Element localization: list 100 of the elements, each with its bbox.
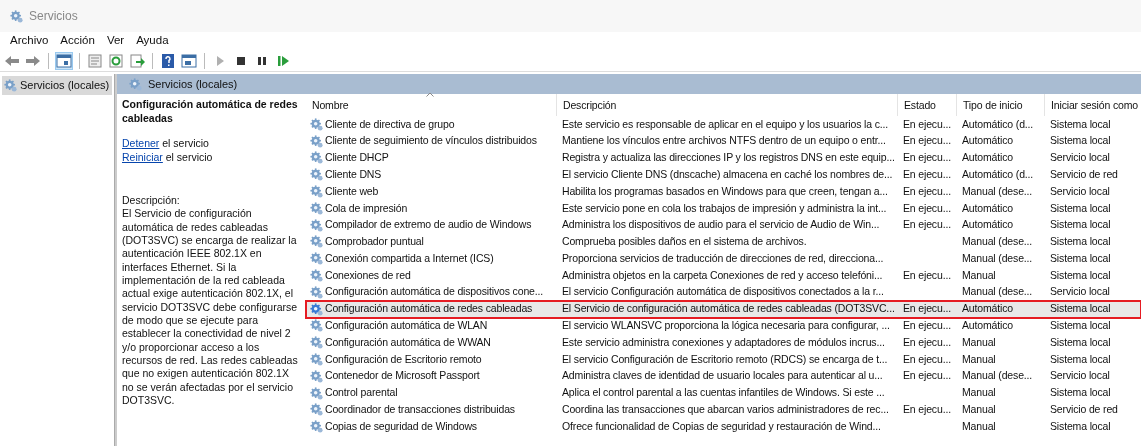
table-cell: Manual (962, 419, 996, 432)
column-header[interactable]: Nombre (306, 94, 556, 116)
service-row[interactable]: Cliente web Habilita los programas basados en Windows para que creen, tengan a... En ejecu... Manual (dese... Servicio local (306, 183, 1141, 200)
gear-icon (310, 269, 323, 283)
service-row[interactable]: Copias de seguridad de Windows Ofrece funcionalidad de Copias de seguridad y restauración de Wind... Manual Sistema local (306, 418, 1141, 436)
gear-icon (310, 218, 323, 232)
export-button[interactable] (129, 52, 145, 69)
service-row[interactable]: Comprobador puntual Comprueba posibles daños en el sistema de archivos. Manual (dese... Sistema local (306, 233, 1141, 251)
table-cell: En ejecu... (903, 134, 951, 147)
table-cell: Sistema local (1050, 419, 1111, 432)
table-cell: Servicio de red (1050, 403, 1118, 416)
view-button[interactable] (181, 52, 197, 69)
service-name: Conexiones de red (325, 267, 411, 283)
gears-icon (4, 78, 17, 92)
table-cell: Manual (dese... (962, 251, 1033, 264)
table-cell: En ejecu... (903, 369, 951, 382)
panel-button[interactable] (56, 52, 72, 69)
menu-item[interactable]: Acción (54, 32, 101, 50)
help-icon (160, 52, 176, 69)
service-row[interactable]: Cola de impresión Este servicio pone en cola los trabajos de impresión y administra la int... En ejecu... Automático Sistema local (306, 200, 1141, 217)
table-cell: Servicio local (1050, 369, 1110, 382)
service-name: Coordinador de transacciones distribuidas (325, 402, 515, 418)
gear-icon (310, 168, 323, 182)
table-cell: Sistema local (1050, 218, 1111, 231)
column-header[interactable]: Estado (897, 94, 956, 116)
column-header[interactable]: Iniciar sesión como (1044, 94, 1140, 116)
service-name: Configuración automática de WLAN (325, 318, 488, 334)
tree-item[interactable]: Servicios (locales) (2, 76, 112, 95)
table-cell: Automático (962, 302, 1014, 315)
properties-icon (87, 52, 103, 69)
refresh-button[interactable] (108, 52, 124, 69)
table-cell: Este servicio pone en cola los trabajos de impresión y administra la int... (562, 201, 887, 214)
gear-icon (310, 151, 323, 165)
service-name: Cliente DHCP (325, 150, 389, 166)
view-icon (181, 52, 197, 69)
action-link[interactable]: Detener (122, 137, 160, 150)
table-cell: En ejecu... (903, 268, 951, 281)
table-cell: Sistema local (1050, 268, 1111, 281)
service-name: Copias de seguridad de Windows (325, 418, 477, 434)
service-row[interactable]: Cliente de seguimiento de vínculos distribuidos Mantiene los vínculos entre archivos NTFS dentro de un equipo o entr... En ejecu... Automático Sistema local (306, 132, 1141, 150)
gear-icon (310, 336, 323, 350)
help-button[interactable] (160, 52, 176, 69)
table-cell: En ejecu... (903, 167, 951, 180)
column-header[interactable]: Tipo de inicio (956, 94, 1044, 116)
service-row[interactable]: Cliente DNS El servicio Cliente DNS (dnscache) almacena en caché los nombres de... En ejecu... Automático (d... Servicio de red (306, 166, 1141, 184)
table-cell: Administra objetos en la carpeta Conexiones de red y acceso telefóni... (562, 268, 883, 281)
service-row[interactable]: Configuración automática de dispositivos cone... El servicio Configuración automática de dispositivos conectados a la r... Manual (dese... Servicio local (306, 283, 1141, 301)
table-cell: Habilita los programas basados en Windows para que creen, tengan a... (562, 184, 888, 197)
table-cell: Sistema local (1050, 235, 1111, 248)
export-icon (129, 52, 145, 69)
table-cell: Sistema local (1050, 201, 1111, 214)
action-text: Detener el servicio (122, 137, 210, 151)
table-cell: En ejecu... (903, 201, 951, 214)
service-row[interactable]: Compilador de extremo de audio de Windows Administra los dispositivos de audio para el servicio de Audio de Win... En ejecu... Automático Sistema local (306, 216, 1141, 234)
description-text: El Servicio de configuración automática de redes cableadas (DOT3SVC) se encarga de realizar la autenticación IEEE 802.1X en interfaces Ethernet. Si la implementación de la red cableada actual exige autenticación 802.1X, el servicio DOT3SVC debe configurarse de modo que se ejecute para establecer la conectividad de nivel 2 y/o proporcionar acceso a los recursos de red. Las redes cableadas que no exigen autenticación 802.1X no se verán afectadas por el servicio DOT3SVC. (122, 207, 299, 408)
menu-item[interactable]: Ver (100, 32, 131, 50)
gear-icon (310, 420, 323, 434)
table-cell: Automático (962, 134, 1014, 147)
table-cell: Sistema local (1050, 251, 1111, 264)
panel-icon (56, 52, 72, 69)
table-cell: En ejecu... (903, 117, 951, 130)
service-row[interactable]: Configuración automática de WLAN El servicio WLANSVC proporciona la lógica necesaria para configurar, ... En ejecu... Automático Sistema local (306, 317, 1141, 335)
service-row[interactable]: Cliente DHCP Registra y actualiza las direcciones IP y los registros DNS en este equip... En ejecu... Automático Servicio local (306, 149, 1141, 167)
table-cell: Automático (d... (962, 167, 1034, 180)
gear-icon (310, 201, 323, 215)
service-name: Configuración automática de dispositivos cone... (325, 284, 544, 300)
service-name: Cliente de directiva de grupo (325, 116, 455, 132)
service-row[interactable]: Configuración automática de redes cableadas El Servicio de configuración automática de redes cableadas (DOT3SVC... En ejecu... Automático Sistema local (306, 300, 1141, 318)
table-cell: En ejecu... (903, 184, 951, 197)
menu-item[interactable]: Archivo (4, 32, 55, 50)
table-cell: Administra claves de identidad de usuario locales para autenticar al u... (562, 369, 883, 382)
service-row[interactable]: Conexión compartida a Internet (ICS) Proporciona servicios de traducción de direcciones de red, direcciona... Manual (dese... Sistema local (306, 250, 1141, 268)
service-name: Comprobador puntual (325, 234, 424, 250)
description-label: Descripción: (122, 193, 181, 208)
gear-icon (310, 285, 323, 299)
service-row[interactable]: Coordinador de transacciones distribuidas Coordina las transacciones que abarcan varios administradores de rec... En ejecu... Manual Servicio de red (306, 401, 1141, 419)
table-cell: En ejecu... (903, 352, 951, 365)
service-name: Configuración automática de redes cableadas (325, 301, 533, 317)
service-row[interactable]: Configuración de Escritorio remoto El servicio Configuración de Escritorio remoto (RDCS) se encarga de t... En ejecu... Manual Sistema local (306, 351, 1141, 368)
action-link[interactable]: Reiniciar (122, 150, 163, 163)
table-cell: El servicio Cliente DNS (dnscache) almacena en caché los nombres de... (562, 167, 893, 180)
service-row[interactable]: Control parental Aplica el control parental a las cuentas infantiles de Windows. Si este ... Manual Sistema local (306, 384, 1141, 402)
properties-button[interactable] (87, 52, 103, 69)
service-row[interactable]: Cliente de directiva de grupo Este servicio es responsable de aplicar en el equipo y los usuarios la c... En ejecu... Automático (d... Sistema local (306, 116, 1141, 133)
service-row[interactable]: Configuración automática de WWAN Este servicio administra conexiones y adaptadores de módulos incrus... En ejecu... Manual Sistema local (306, 334, 1141, 352)
table-cell: En ejecu... (903, 319, 951, 332)
column-header[interactable]: Descripción (556, 94, 897, 116)
service-row[interactable]: Contenedor de Microsoft Passport Administra claves de identidad de usuario locales para autenticar al u... En ejecu... Manual (dese... Servicio local (306, 367, 1141, 385)
table-cell: Servicio local (1050, 184, 1110, 197)
service-row[interactable]: Conexiones de red Administra objetos en la carpeta Conexiones de red y acceso telefóni... En ejecu... Manual Sistema local (306, 267, 1141, 284)
table-cell: Servicio de red (1050, 167, 1118, 180)
table-cell: Servicio local (1050, 151, 1110, 164)
table-cell: Manual (962, 403, 996, 416)
gear-icon (310, 185, 323, 199)
table-cell: Sistema local (1050, 386, 1111, 399)
service-name: Contenedor de Microsoft Passport (325, 368, 480, 384)
service-name: Configuración automática de WWAN (325, 334, 491, 350)
menu-item[interactable]: Ayuda (130, 32, 175, 50)
gear-icon (310, 353, 323, 367)
table-cell: Comprueba posibles daños en el sistema de archivos. (562, 235, 807, 248)
